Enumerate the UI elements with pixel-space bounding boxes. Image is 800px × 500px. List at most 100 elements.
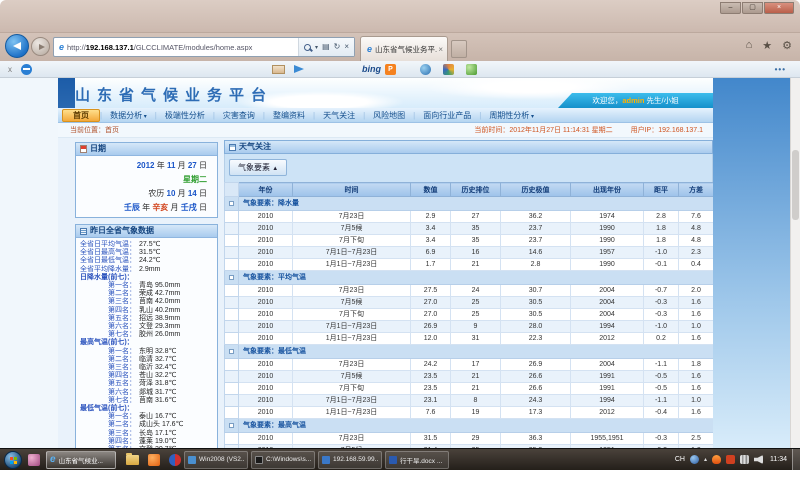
- search-icon[interactable]: [304, 44, 311, 51]
- home-icon[interactable]: ⌂: [746, 39, 753, 52]
- expand-checkbox-icon[interactable]: [229, 349, 234, 354]
- cell: 2010: [239, 285, 293, 297]
- taskbar-window-button[interactable]: Win2008 (VS2...: [184, 451, 248, 469]
- section-row-1[interactable]: 气象要素：平均气温: [225, 271, 714, 285]
- tray-expand-icon[interactable]: ▴: [704, 456, 707, 463]
- cell: 2010: [239, 321, 293, 333]
- refresh-icon[interactable]: ↻: [334, 43, 341, 51]
- forward-button[interactable]: [31, 37, 50, 56]
- back-button[interactable]: [5, 34, 29, 58]
- start-button[interactable]: [4, 451, 22, 469]
- menu-item-data-analysis[interactable]: 数据分析 ▾: [102, 110, 155, 121]
- volume-icon[interactable]: [754, 455, 763, 464]
- browser-tab[interactable]: e 山东省气候业务平... ×: [360, 36, 448, 61]
- expand-checkbox-icon[interactable]: [229, 275, 234, 280]
- address-bar[interactable]: e http://192.168.137.1/GLCCLIMATE/module…: [53, 37, 355, 57]
- cell: 2.0: [679, 285, 714, 297]
- explorer-folder-icon[interactable]: [126, 455, 139, 465]
- addon-people-icon[interactable]: [466, 64, 477, 75]
- download-app-icon[interactable]: [712, 455, 721, 464]
- rank-label: 第三名：: [80, 298, 136, 306]
- language-indicator[interactable]: CH: [675, 456, 685, 463]
- cell: 1994: [571, 395, 644, 407]
- url-text[interactable]: http://192.168.137.1/GLCCLIMATE/modules/…: [67, 43, 298, 52]
- compat-view-icon[interactable]: ▤: [322, 43, 330, 51]
- rank-value: 成山头 17.6℃: [139, 421, 183, 428]
- new-tab-button[interactable]: [451, 40, 467, 58]
- date-panel-body: 2012 年 11 月 27 日星期二农历 10 月 14 日壬辰 年 辛亥 月…: [76, 156, 217, 217]
- cell: 36.2: [501, 211, 571, 223]
- cell: 30.7: [501, 285, 571, 297]
- orange-app-icon[interactable]: [148, 454, 160, 466]
- cell: 1957: [571, 247, 644, 259]
- cell: 1月1日~7月23日: [293, 333, 411, 345]
- search-dropdown-icon[interactable]: ▾: [315, 44, 318, 51]
- tab-close-icon[interactable]: ×: [437, 45, 444, 54]
- menu-item-risk-map[interactable]: 风险地图: [365, 110, 413, 121]
- cell: 2012: [571, 407, 644, 419]
- date-segment: 壬辰: [124, 203, 140, 212]
- clock[interactable]: 11:34: [770, 456, 787, 463]
- menu-item-disaster-query[interactable]: 灾害查询: [215, 110, 263, 121]
- rank-value: 泰山 16.7℃: [139, 413, 176, 420]
- taskbar-window-button[interactable]: 192.168.59.99...: [318, 451, 382, 469]
- header-icon-cell: [225, 183, 239, 197]
- network-globe-icon[interactable]: [690, 455, 699, 464]
- send-icon[interactable]: [294, 65, 304, 73]
- toolbar-close-icon[interactable]: x: [8, 65, 12, 74]
- favorites-star-icon[interactable]: ★: [762, 39, 772, 52]
- bing-logo[interactable]: bing: [362, 64, 381, 74]
- show-desktop-button[interactable]: [792, 449, 800, 471]
- taskbar-window-button[interactable]: 行干旱.docx ...: [385, 451, 449, 469]
- row-icon-cell: [225, 247, 239, 259]
- menu-item-extreme-analysis[interactable]: 极端性分析: [157, 110, 213, 121]
- rank-line: 第三名：长岛 17.1℃: [80, 430, 215, 438]
- menu-item-compiled-data[interactable]: 整编资料: [265, 110, 313, 121]
- close-button[interactable]: ×: [764, 2, 794, 14]
- cell: -0.7: [644, 285, 679, 297]
- more-options-icon[interactable]: •••: [775, 65, 786, 74]
- page-scrollbar[interactable]: [790, 78, 800, 448]
- scrollbar-thumb[interactable]: [792, 150, 799, 220]
- rank-label: 第五名：: [80, 380, 136, 388]
- cell: 27.0: [411, 297, 451, 309]
- taskbar-window-button[interactable]: C:\Windows\s...: [251, 451, 315, 469]
- bing-badge-icon[interactable]: P: [385, 64, 396, 75]
- menu-item-periodic-analysis[interactable]: 周期性分析 ▾: [481, 110, 542, 121]
- minimize-button[interactable]: –: [720, 2, 741, 14]
- network-status-icon[interactable]: [740, 455, 749, 464]
- round-app-icon[interactable]: [169, 454, 181, 466]
- column-header: 年份: [239, 183, 293, 197]
- cell: 7.6: [411, 407, 451, 419]
- section-row-3[interactable]: 气象要素：最高气温: [225, 419, 714, 433]
- expand-checkbox-icon[interactable]: [229, 201, 234, 206]
- pinned-app-icon[interactable]: [28, 454, 40, 466]
- addon-palette-icon[interactable]: [443, 64, 454, 75]
- section-row-0[interactable]: 气象要素：降水量: [225, 197, 714, 211]
- cell: 1.7: [411, 259, 451, 271]
- cell: -0.1: [644, 259, 679, 271]
- rank-line: 第四名：乳山 40.2mm: [80, 307, 215, 315]
- window-icon: [255, 456, 263, 464]
- chevron-down-icon: ▾: [142, 114, 147, 120]
- mail-icon[interactable]: [272, 65, 285, 74]
- chevron-down-icon: ▾: [529, 114, 534, 120]
- stop-icon[interactable]: ×: [344, 43, 349, 51]
- section-row-2[interactable]: 气象要素：最低气温: [225, 345, 714, 359]
- addon-camera-icon[interactable]: [420, 64, 431, 75]
- ie-taskbar-button[interactable]: e 山东省气候业...: [46, 451, 116, 469]
- menu-item-weather-focus[interactable]: 天气关注: [315, 110, 363, 121]
- window-label: 192.168.59.99...: [333, 456, 378, 463]
- panel-header: 天气关注: [224, 140, 713, 154]
- list-icon: [80, 228, 87, 235]
- url-path: /GLCCLIMATE/modules/home.aspx: [134, 43, 253, 52]
- element-filter-button[interactable]: 气象要素 ▲: [229, 159, 287, 176]
- expand-checkbox-icon[interactable]: [229, 423, 234, 428]
- settings-gear-icon[interactable]: ⚙: [782, 39, 792, 52]
- menu-item-industry-products[interactable]: 面向行业产品: [415, 110, 479, 121]
- action-center-flag-icon[interactable]: [726, 455, 735, 464]
- menu-item-home[interactable]: 首页: [62, 109, 100, 122]
- column-header: 出现年份: [571, 183, 644, 197]
- maximize-button[interactable]: ▢: [742, 2, 763, 14]
- cell: -0.5: [644, 383, 679, 395]
